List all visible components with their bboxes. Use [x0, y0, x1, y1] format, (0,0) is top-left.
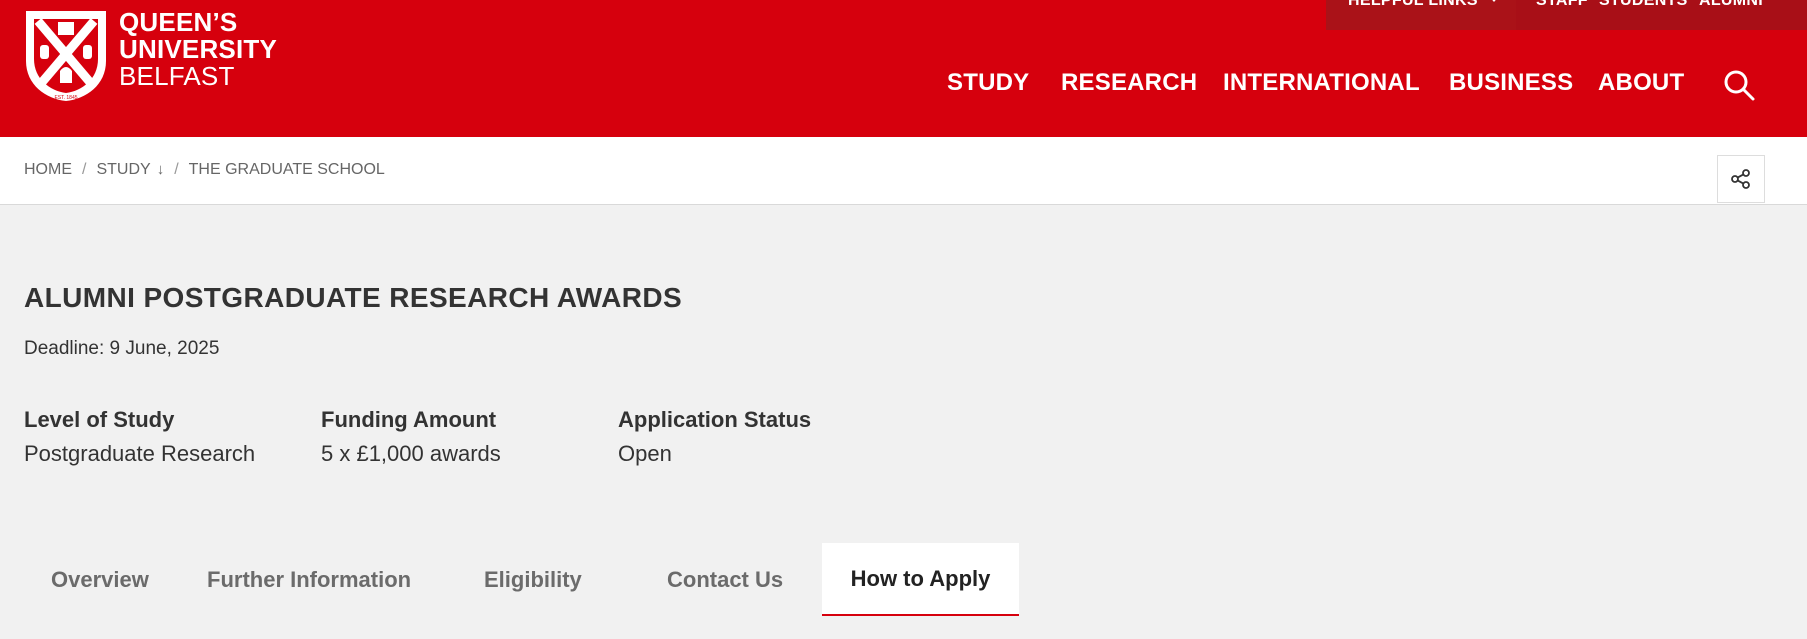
search-icon — [1724, 70, 1755, 101]
helpful-links-button[interactable]: HELPFUL LINKS — [1348, 0, 1500, 10]
utility-bar: HELPFUL LINKS STAFF STUDENTS ALUMNI — [1326, 0, 1807, 30]
helpful-links-container: HELPFUL LINKS — [1326, 0, 1516, 30]
university-logo[interactable]: EST. 1845 QUEEN’S UNIVERSITY BELFAST — [24, 9, 277, 102]
share-button[interactable] — [1717, 155, 1765, 203]
breadcrumb: HOME / STUDY ↓ / THE GRADUATE SCHOOL — [24, 161, 385, 179]
logo-line-2: UNIVERSITY — [119, 34, 278, 64]
meta-level-of-study: Level of Study Postgraduate Research — [24, 407, 255, 467]
meta-label: Application Status — [618, 407, 812, 432]
nav-international[interactable]: INTERNATIONAL — [1223, 69, 1420, 97]
svg-text:EST. 1845: EST. 1845 — [54, 95, 77, 101]
alumni-link[interactable]: ALUMNI — [1699, 0, 1763, 10]
tab-how-to-apply[interactable]: How to Apply — [822, 543, 1019, 616]
caret-down-icon — [1487, 0, 1500, 3]
students-link[interactable]: STUDENTS — [1599, 0, 1688, 10]
meta-funding-amount: Funding Amount 5 x £1,000 awards — [321, 407, 501, 467]
staff-link[interactable]: STAFF — [1536, 0, 1588, 10]
meta-value: Postgraduate Research — [24, 441, 256, 466]
tab-eligibility[interactable]: Eligibility — [457, 543, 640, 616]
share-icon — [1731, 169, 1750, 189]
arrow-down-icon: ↓ — [156, 161, 165, 178]
nav-about[interactable]: ABOUT — [1598, 69, 1684, 97]
logo-line-1: QUEEN’S — [119, 7, 238, 37]
content-tabs: Overview Further Information Eligibility… — [24, 543, 1019, 616]
meta-value: Open — [618, 441, 672, 466]
tab-overview[interactable]: Overview — [24, 543, 180, 616]
meta-value: 5 x £1,000 awards — [321, 441, 501, 466]
meta-application-status: Application Status Open — [618, 407, 811, 467]
tab-further-information[interactable]: Further Information — [180, 543, 457, 616]
logo-line-3: BELFAST — [119, 61, 235, 91]
breadcrumb-separator: / — [82, 161, 87, 178]
breadcrumb-study[interactable]: STUDY ↓ — [96, 161, 164, 179]
deadline-text: Deadline: 9 June, 2025 — [24, 338, 220, 359]
logo-wordmark: QUEEN’S UNIVERSITY BELFAST — [119, 9, 277, 90]
crest-icon: EST. 1845 — [26, 11, 106, 101]
tab-contact-us[interactable]: Contact Us — [640, 543, 822, 616]
breadcrumb-study-label: STUDY — [96, 161, 151, 178]
nav-business[interactable]: BUSINESS — [1449, 69, 1573, 97]
nav-study[interactable]: STUDY — [947, 69, 1029, 97]
site-header: EST. 1845 QUEEN’S UNIVERSITY BELFAST HEL… — [0, 0, 1807, 137]
breadcrumb-bar: HOME / STUDY ↓ / THE GRADUATE SCHOOL — [0, 137, 1807, 205]
meta-label: Funding Amount — [321, 407, 497, 432]
breadcrumb-graduate-school[interactable]: THE GRADUATE SCHOOL — [189, 161, 385, 179]
page-title: ALUMNI POSTGRADUATE RESEARCH AWARDS — [24, 282, 683, 313]
meta-label: Level of Study — [24, 407, 175, 432]
helpful-links-label: HELPFUL LINKS — [1348, 0, 1478, 9]
search-button[interactable] — [1722, 68, 1756, 102]
breadcrumb-separator: / — [174, 161, 179, 178]
nav-research[interactable]: RESEARCH — [1061, 69, 1197, 97]
breadcrumb-home[interactable]: HOME — [24, 161, 72, 179]
